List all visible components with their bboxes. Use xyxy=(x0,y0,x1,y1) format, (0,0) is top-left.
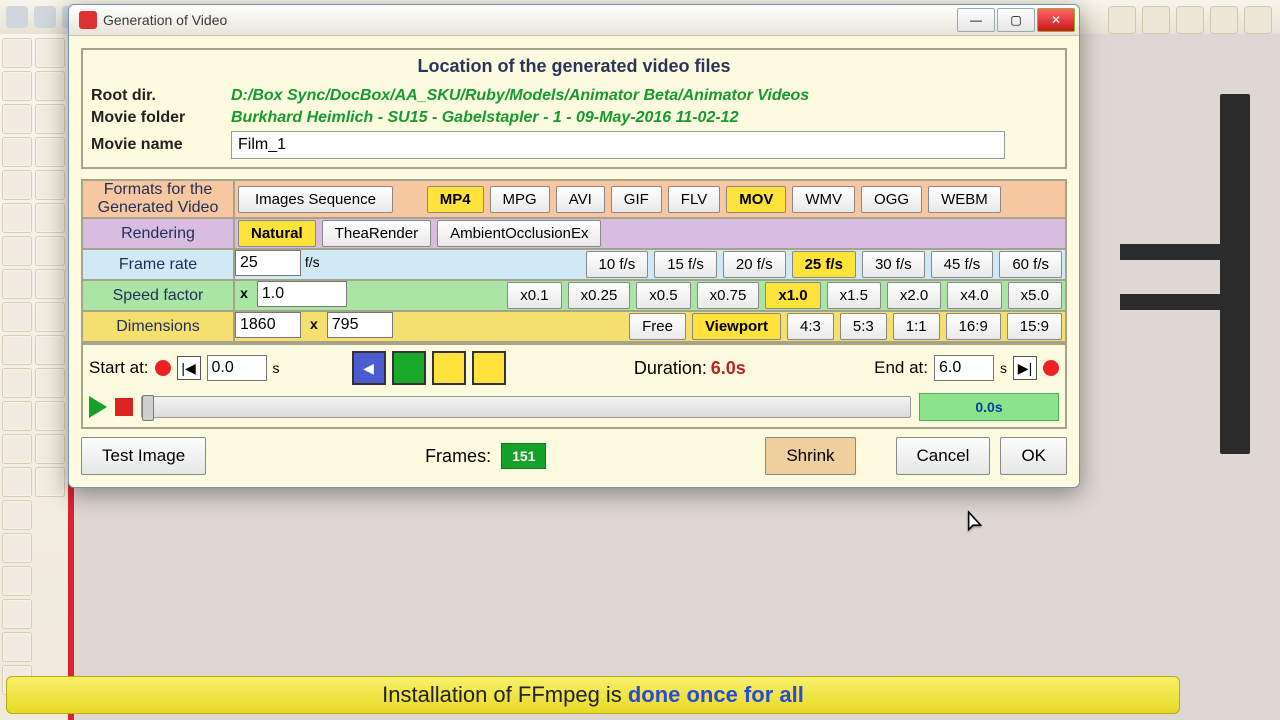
speed-option-x05[interactable]: x0.5 xyxy=(636,282,690,309)
start-time-input[interactable] xyxy=(207,355,267,381)
options-table: Formats for the Generated Video Images S… xyxy=(81,179,1067,343)
dimension-option-169[interactable]: 16:9 xyxy=(946,313,1001,340)
speed-option-x20[interactable]: x2.0 xyxy=(887,282,941,309)
dimensions-x: x xyxy=(305,316,323,332)
rendering-label: Rendering xyxy=(82,218,234,249)
timeline-panel: Start at: |◀ s ◀ Duration: 6.0s xyxy=(81,343,1067,429)
dimensions-width-input[interactable] xyxy=(235,312,301,338)
speed-option-x50[interactable]: x5.0 xyxy=(1008,282,1062,309)
end-at-label: End at: xyxy=(874,358,928,378)
reverse-play-icon[interactable]: ◀ xyxy=(352,351,386,385)
time-readout: 0.0s xyxy=(919,393,1059,421)
speed-option-x40[interactable]: x4.0 xyxy=(947,282,1001,309)
go-to-start-button[interactable]: |◀ xyxy=(177,356,201,380)
left-toolbar xyxy=(0,34,73,720)
titlebar[interactable]: Generation of Video — ▢ ✕ xyxy=(69,5,1079,36)
speed-option-x15[interactable]: x1.5 xyxy=(827,282,881,309)
video-generation-dialog: Generation of Video — ▢ ✕ Location of th… xyxy=(68,4,1080,488)
speed-label: Speed factor xyxy=(82,280,234,311)
format-option-gif[interactable]: GIF xyxy=(611,186,662,213)
stop-button[interactable] xyxy=(115,398,133,416)
timeline-thumb[interactable] xyxy=(142,395,154,421)
format-option-mp4[interactable]: MP4 xyxy=(427,186,484,213)
speed-option-x025[interactable]: x0.25 xyxy=(568,282,631,309)
format-option-wmv[interactable]: WMV xyxy=(792,186,855,213)
rendering-option-thearender[interactable]: TheaRender xyxy=(322,220,431,247)
movie-folder-value: Burkhard Heimlich - SU15 - Gabelstapler … xyxy=(231,109,738,127)
frame-rate-label: Frame rate xyxy=(82,249,234,280)
framerate-option-30fs[interactable]: 30 f/s xyxy=(862,251,925,278)
banner-text: Installation of FFmpeg is xyxy=(382,682,622,708)
root-dir-label: Root dir. xyxy=(91,87,231,105)
speed-prefix: x xyxy=(235,285,253,301)
dimensions-label: Dimensions xyxy=(82,311,234,342)
start-record-icon[interactable] xyxy=(155,360,171,376)
end-record-icon[interactable] xyxy=(1043,360,1059,376)
movie-name-input[interactable] xyxy=(231,131,1005,159)
shrink-button[interactable]: Shrink xyxy=(765,437,855,475)
cancel-button[interactable]: Cancel xyxy=(896,437,991,475)
rendering-option-ambientocclusionex[interactable]: AmbientOcclusionEx xyxy=(437,220,601,247)
forklift-model xyxy=(1110,94,1260,454)
speed-option-x075[interactable]: x0.75 xyxy=(697,282,760,309)
marker-a-icon[interactable] xyxy=(432,351,466,385)
frames-value: 151 xyxy=(501,443,546,469)
end-unit: s xyxy=(1000,360,1007,376)
framerate-option-60fs[interactable]: 60 f/s xyxy=(999,251,1062,278)
dimension-option-11[interactable]: 1:1 xyxy=(893,313,940,340)
movie-folder-label: Movie folder xyxy=(91,109,231,127)
dimension-option-43[interactable]: 4:3 xyxy=(787,313,834,340)
duration-value: 6.0s xyxy=(711,358,746,378)
banner-emphasis: done once for all xyxy=(628,682,804,708)
start-unit: s xyxy=(273,360,280,376)
duration-label: Duration: xyxy=(634,358,707,378)
test-image-button[interactable]: Test Image xyxy=(81,437,206,475)
go-to-end-button[interactable]: ▶| xyxy=(1013,356,1037,380)
movie-name-label: Movie name xyxy=(91,136,231,154)
timeline-track[interactable] xyxy=(141,396,911,418)
rendering-option-natural[interactable]: Natural xyxy=(238,220,316,247)
formats-label: Formats for the Generated Video xyxy=(82,180,234,218)
speed-option-x01[interactable]: x0.1 xyxy=(507,282,561,309)
framerate-option-45fs[interactable]: 45 f/s xyxy=(931,251,994,278)
top-right-icons xyxy=(1108,6,1272,34)
play-button[interactable] xyxy=(89,396,107,418)
dimension-option-159[interactable]: 15:9 xyxy=(1007,313,1062,340)
location-heading: Location of the generated video files xyxy=(85,52,1063,85)
window-title: Generation of Video xyxy=(103,12,227,28)
framerate-option-20fs[interactable]: 20 f/s xyxy=(723,251,786,278)
ok-button[interactable]: OK xyxy=(1000,437,1067,475)
format-option-ogg[interactable]: OGG xyxy=(861,186,922,213)
location-panel: Location of the generated video files Ro… xyxy=(81,48,1067,169)
framerate-option-15fs[interactable]: 15 f/s xyxy=(654,251,717,278)
images-sequence-button[interactable]: Images Sequence xyxy=(238,186,393,213)
dimensions-height-input[interactable] xyxy=(327,312,393,338)
dimension-option-viewport[interactable]: Viewport xyxy=(692,313,781,340)
format-option-webm[interactable]: WEBM xyxy=(928,186,1001,213)
maximize-button[interactable]: ▢ xyxy=(997,8,1035,32)
app-icon xyxy=(79,11,97,29)
root-dir-value: D:/Box Sync/DocBox/AA_SKU/Ruby/Models/An… xyxy=(231,87,809,105)
end-time-input[interactable] xyxy=(934,355,994,381)
dimension-option-free[interactable]: Free xyxy=(629,313,686,340)
dimension-option-53[interactable]: 5:3 xyxy=(840,313,887,340)
framerate-option-10fs[interactable]: 10 f/s xyxy=(586,251,649,278)
frames-label: Frames: xyxy=(425,446,491,467)
format-option-flv[interactable]: FLV xyxy=(668,186,720,213)
minimize-button[interactable]: — xyxy=(957,8,995,32)
speed-option-x10[interactable]: x1.0 xyxy=(765,282,820,309)
close-button[interactable]: ✕ xyxy=(1037,8,1075,32)
format-option-mpg[interactable]: MPG xyxy=(490,186,550,213)
framerate-option-25fs[interactable]: 25 f/s xyxy=(792,251,856,278)
speed-input[interactable] xyxy=(257,281,347,307)
camera-icon[interactable] xyxy=(392,351,426,385)
format-option-avi[interactable]: AVI xyxy=(556,186,605,213)
start-at-label: Start at: xyxy=(89,358,149,378)
frame-rate-unit: f/s xyxy=(305,254,320,270)
marker-b-icon[interactable] xyxy=(472,351,506,385)
frame-rate-input[interactable] xyxy=(235,250,301,276)
info-banner: Installation of FFmpeg is done once for … xyxy=(6,676,1180,714)
format-option-mov[interactable]: MOV xyxy=(726,186,786,213)
